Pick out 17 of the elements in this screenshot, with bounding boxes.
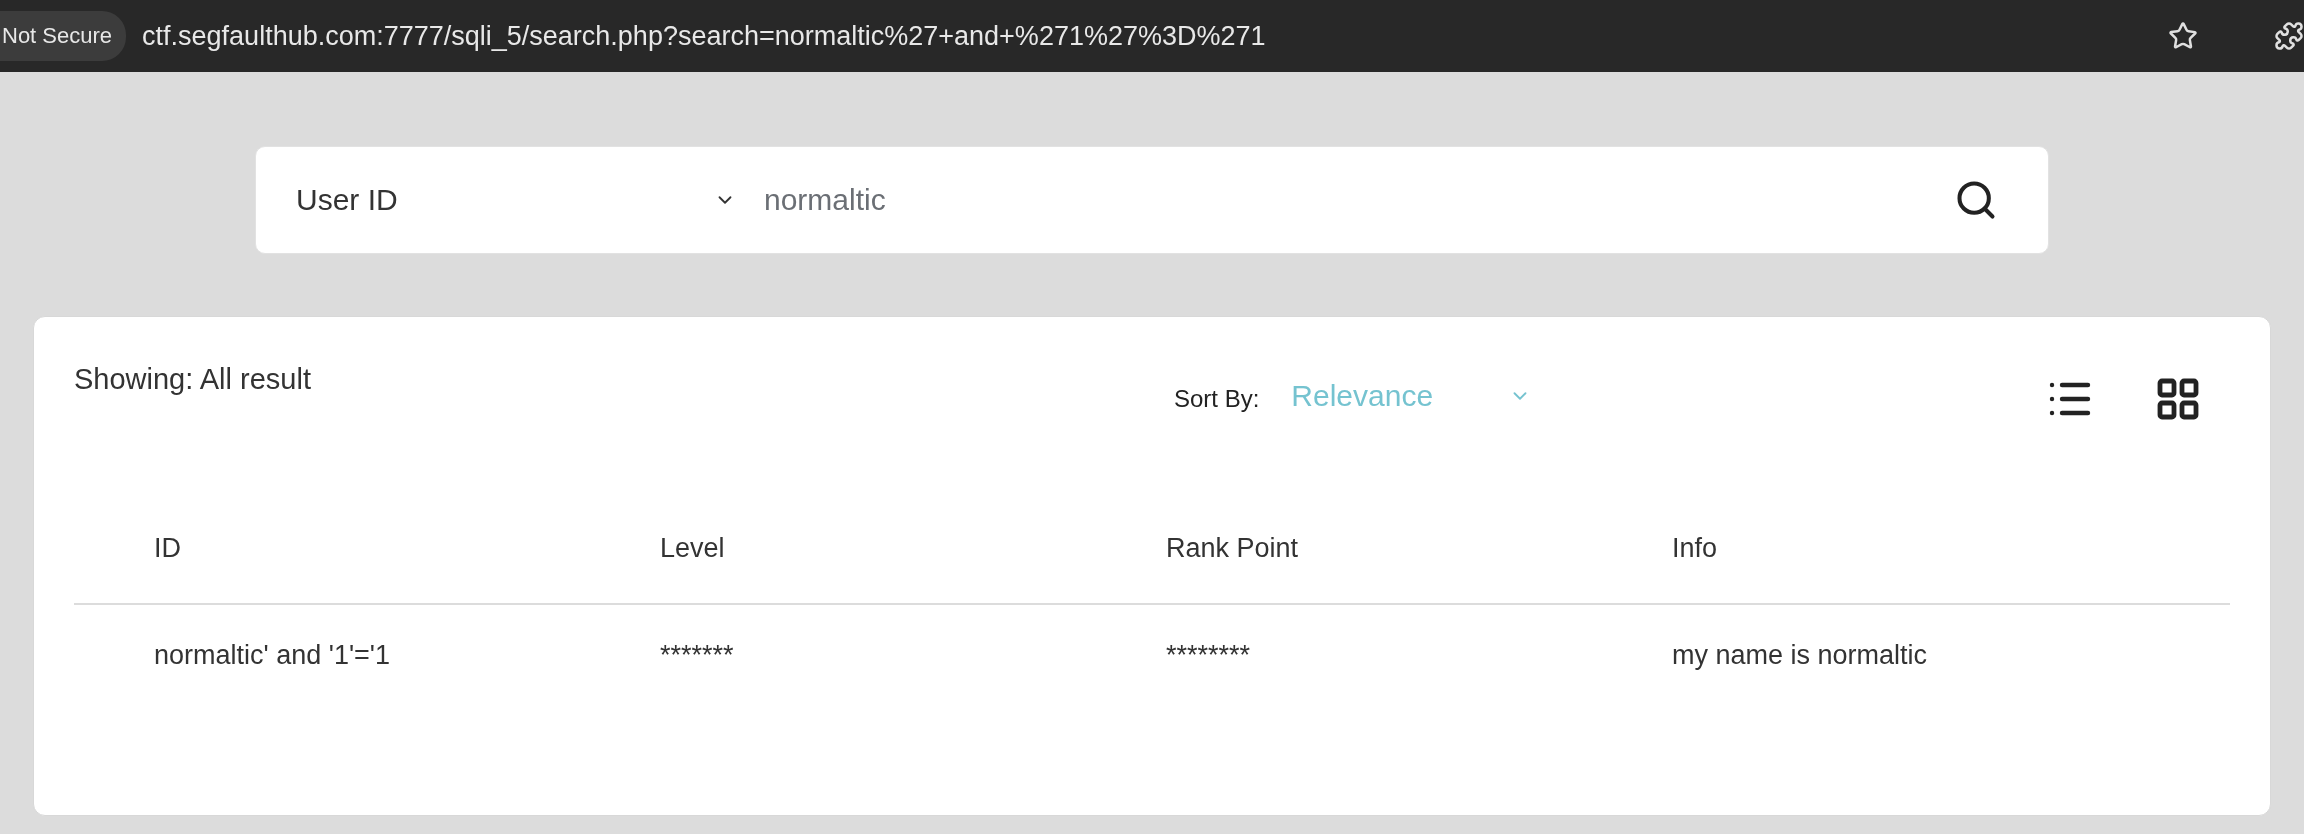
column-header: ID (154, 533, 182, 564)
table-cell-text: ******* (660, 639, 735, 671)
search-icon[interactable] (1954, 178, 1998, 222)
sort-label: Sort By: (1174, 385, 1260, 413)
column-header: Info (1672, 533, 1719, 564)
puzzle-icon[interactable] (2274, 21, 2304, 51)
showing-text: Showing: All result (74, 363, 312, 396)
url-text[interactable]: ctf.segfaulthub.com:7777/sqli_5/search.php?search=normaltic%27+and+%271%27%3D%271 (142, 20, 2152, 52)
column-header: Rank Point (1166, 533, 1300, 564)
column-header: Level (660, 533, 726, 564)
field-select[interactable]: User ID (296, 183, 762, 217)
table-cell-text: my name is normaltic (1672, 639, 1929, 671)
table-cell-text: ******** (1166, 639, 1252, 671)
table-cell-text: normaltic' and '1'='1 (154, 639, 391, 671)
search-input[interactable]: normaltic (762, 182, 1954, 218)
security-label[interactable]: Not Secure (0, 11, 127, 61)
star-icon[interactable] (2168, 21, 2198, 51)
